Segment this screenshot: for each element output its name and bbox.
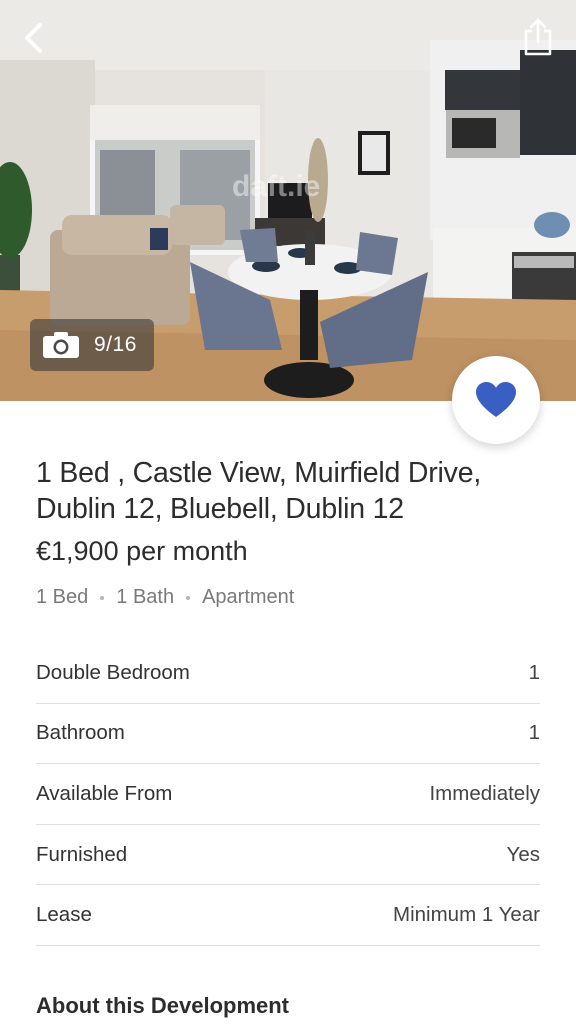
fact-label: Furnished	[36, 842, 128, 866]
fact-row-available-from: Available From Immediately	[36, 764, 540, 825]
fact-value: 1	[528, 721, 540, 745]
listing-summary: 1 Bed 1 Bath Apartment	[36, 586, 294, 609]
camera-icon	[43, 332, 79, 358]
fact-label: Double Bedroom	[36, 660, 190, 684]
photo-count: 9/16	[94, 333, 137, 356]
watermark-text: daft.ie	[232, 170, 320, 203]
listing-title: 1 Bed , Castle View, Muirfield Drive, Du…	[36, 457, 482, 525]
separator-dot	[100, 595, 105, 600]
fact-value: Yes	[506, 842, 540, 866]
fact-row-bathroom: Bathroom 1	[36, 704, 540, 765]
fact-label: Bathroom	[36, 721, 125, 745]
beds-count: 1 Bed	[36, 586, 89, 608]
heart-icon	[476, 382, 516, 417]
baths-count: 1 Bath	[116, 586, 175, 608]
share-button[interactable]	[518, 14, 558, 60]
fact-value: Minimum 1 Year	[393, 903, 540, 927]
fact-value: Immediately	[429, 781, 540, 805]
listing-price: €1,900 per month	[36, 536, 248, 566]
favourite-button[interactable]	[452, 356, 540, 444]
fact-row-lease: Lease Minimum 1 Year	[36, 885, 540, 946]
fact-label: Available From	[36, 781, 173, 805]
property-facts-table: Double Bedroom 1 Bathroom 1 Available Fr…	[36, 643, 540, 946]
fact-value: 1	[528, 660, 540, 684]
fact-row-double-bedroom: Double Bedroom 1	[36, 643, 540, 704]
photo-counter[interactable]: 9/16	[30, 319, 154, 371]
separator-dot	[186, 595, 191, 600]
fact-label: Lease	[36, 903, 92, 927]
share-icon	[524, 18, 552, 56]
fact-row-furnished: Furnished Yes	[36, 825, 540, 886]
property-type: Apartment	[202, 586, 295, 608]
about-development-heading: About this Development	[36, 993, 290, 1018]
back-button[interactable]	[14, 16, 54, 60]
listing-photo[interactable]: daft.ie 9/16	[0, 0, 576, 401]
chevron-left-icon	[25, 23, 42, 53]
